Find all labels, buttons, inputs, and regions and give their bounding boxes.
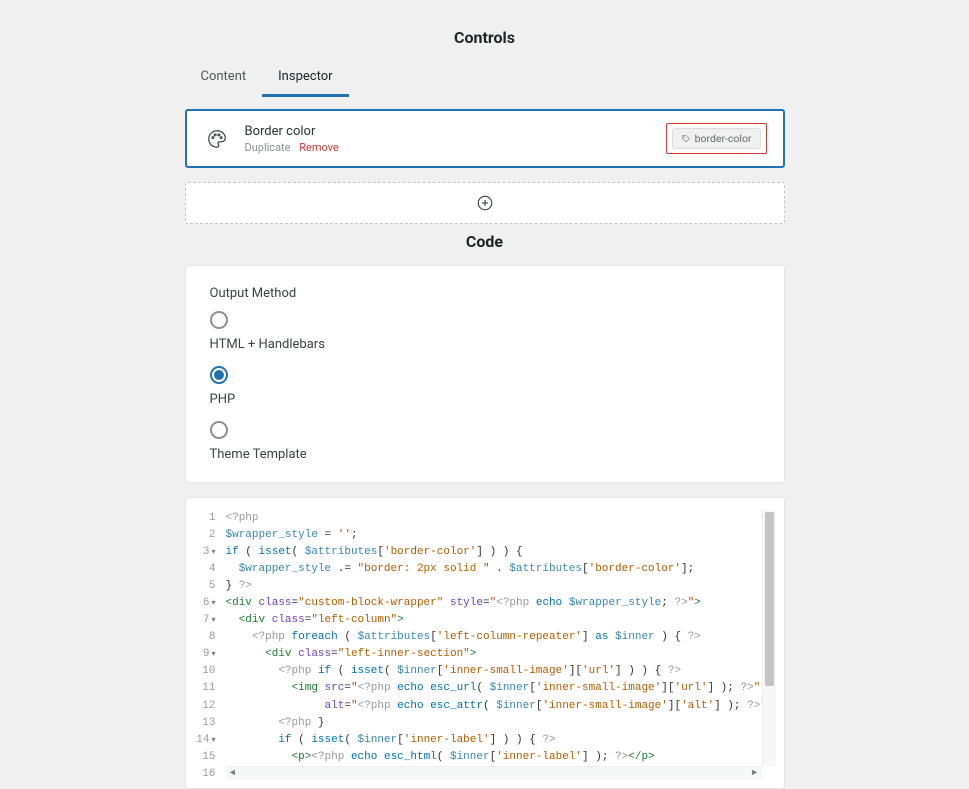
radio-php-label: PHP xyxy=(210,392,760,407)
radio-php[interactable] xyxy=(210,366,228,384)
output-method-panel: Output Method HTML + Handlebars PHP Them… xyxy=(185,265,785,483)
scroll-left-arrow[interactable]: ◄ xyxy=(227,768,239,780)
scroll-right-arrow[interactable]: ► xyxy=(749,768,761,780)
line-number-gutter: 123456789101112131415161718192021 xyxy=(194,510,226,780)
variable-tag-chip[interactable]: border-color xyxy=(672,128,761,149)
control-card-border-color[interactable]: Border color Duplicate Remove border-col… xyxy=(185,109,785,168)
tab-inspector[interactable]: Inspector xyxy=(262,61,348,97)
palette-icon xyxy=(203,125,231,153)
control-tabs: Content Inspector xyxy=(185,61,785,97)
code-editor[interactable]: 123456789101112131415161718192021 <?php$… xyxy=(194,510,776,780)
radio-html-label: HTML + Handlebars xyxy=(210,337,760,352)
variable-tag-text: border-color xyxy=(695,132,752,145)
tag-icon xyxy=(681,134,691,144)
output-method-label: Output Method xyxy=(210,286,760,301)
code-editor-panel: 123456789101112131415161718192021 <?php$… xyxy=(185,497,785,789)
radio-theme-template[interactable] xyxy=(210,421,228,439)
tag-highlight: border-color xyxy=(666,123,767,154)
radio-html-handlebars[interactable] xyxy=(210,311,228,329)
controls-heading: Controls xyxy=(185,28,785,47)
radio-theme-label: Theme Template xyxy=(210,447,760,462)
add-control-button[interactable] xyxy=(185,182,785,224)
plus-circle-icon xyxy=(476,194,494,212)
vertical-scrollbar[interactable] xyxy=(762,510,776,766)
duplicate-link[interactable]: Duplicate xyxy=(245,141,291,154)
remove-link[interactable]: Remove xyxy=(299,141,339,154)
code-body[interactable]: <?php$wrapper_style = '';if ( isset( $at… xyxy=(226,510,776,780)
control-title: Border color xyxy=(245,124,666,139)
horizontal-scrollbar[interactable]: ◄ ► xyxy=(226,766,762,780)
tab-content[interactable]: Content xyxy=(185,61,263,97)
code-heading: Code xyxy=(185,232,785,251)
